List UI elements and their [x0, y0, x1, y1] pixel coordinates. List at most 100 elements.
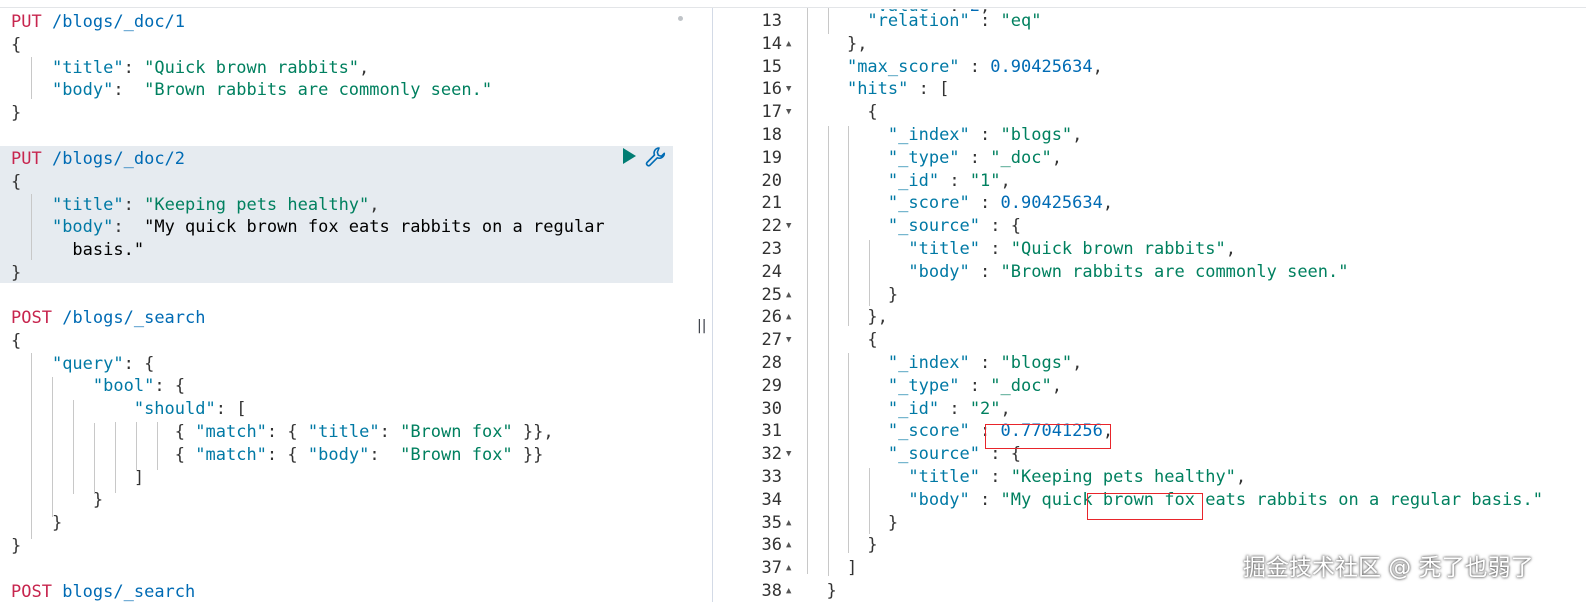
play-icon[interactable] — [620, 147, 638, 165]
request-body-line[interactable]: { — [11, 34, 21, 57]
fold-up-icon[interactable]: ▲ — [786, 306, 798, 329]
line-number: 18 — [761, 125, 782, 145]
line-number: 32 — [761, 444, 782, 465]
request-path: /blogs/_search — [62, 308, 206, 328]
fold-up-icon[interactable]: ▲ — [786, 284, 798, 307]
request-path: /blogs/_doc/1 — [51, 12, 186, 32]
response-code-line: "title" : "Keeping pets healthy", — [908, 467, 1247, 487]
request-body-line[interactable]: { — [11, 171, 21, 194]
request-body-line[interactable]: } — [11, 535, 21, 558]
line-number: 21 — [761, 193, 782, 214]
wrench-icon[interactable] — [644, 146, 668, 168]
indent-guide — [828, 8, 829, 34]
fold-down-icon[interactable]: ▼ — [786, 78, 798, 101]
indent-guide — [31, 194, 32, 260]
line-number: 30 — [761, 398, 782, 419]
request-body-line[interactable]: { "match": { "body": "Brown fox" }} — [11, 444, 544, 467]
request-line[interactable]: POST /blogs/_search — [11, 307, 206, 330]
request-body-line[interactable]: "query": { — [11, 353, 154, 376]
request-line[interactable]: PUT /blogs/_doc/2 — [11, 148, 185, 171]
request-line[interactable]: POST blogs/_search — [11, 581, 195, 602]
request-editor[interactable]: PUT /blogs/_doc/1{ "title": "Quick brown… — [0, 8, 696, 602]
request-body-line[interactable]: { — [11, 330, 21, 353]
request-method: PUT — [11, 149, 42, 169]
partial-line: "value" : 2, — [806, 9, 990, 18]
response-code-line: "_id" : "1", — [887, 170, 1011, 191]
line-number: 36 — [761, 535, 782, 556]
response-code-line: } — [826, 581, 837, 601]
request-path: blogs/_search — [62, 582, 196, 602]
request-body-line[interactable]: { "match": { "title": "Brown fox" }}, — [11, 421, 554, 444]
indent-guide — [94, 423, 95, 494]
line-number: 27 — [761, 330, 782, 351]
line-number: 22 — [761, 216, 782, 237]
fold-down-icon[interactable]: ▼ — [786, 215, 798, 238]
response-code-line: { — [867, 102, 878, 123]
request-body-line[interactable]: } — [11, 102, 21, 125]
indent-guide — [869, 468, 870, 534]
line-number: 25 — [761, 284, 782, 305]
request-method: POST — [11, 582, 52, 602]
request-method: POST — [11, 308, 52, 328]
fold-up-icon[interactable]: ▲ — [786, 534, 798, 557]
fold-up-icon[interactable]: ▲ — [786, 33, 798, 56]
request-body-line[interactable]: "body": "My quick brown fox eats rabbits… — [11, 216, 605, 239]
fold-down-icon[interactable]: ▼ — [786, 443, 798, 466]
pane-divider[interactable] — [712, 8, 713, 602]
line-number: 38 — [761, 581, 782, 601]
request-body-line[interactable]: "bool": { — [11, 375, 185, 398]
indent-guide — [136, 422, 137, 470]
response-code-line: { — [867, 330, 878, 351]
indent-guide — [848, 126, 849, 326]
indent-guide — [848, 353, 849, 553]
line-number: 23 — [761, 239, 782, 259]
line-number: 34 — [761, 489, 782, 510]
response-code-line: "_id" : "2", — [887, 398, 1011, 419]
request-line[interactable]: PUT /blogs/_doc/1 — [11, 11, 185, 34]
request-method: PUT — [11, 12, 42, 32]
response-code-line: "_type" : "_doc", — [887, 375, 1062, 396]
request-body-line[interactable]: "should": [ — [11, 398, 247, 421]
fold-up-icon[interactable]: ▲ — [786, 512, 798, 535]
request-body-line[interactable]: "body": "Brown rabbits are commonly seen… — [11, 79, 492, 102]
indent-guide — [115, 422, 116, 493]
request-body-line[interactable]: "title": "Keeping pets healthy", — [11, 194, 380, 217]
top-border — [0, 0, 1586, 8]
indent-guide — [869, 240, 870, 306]
response-code-line: "body" : "Brown rabbits are commonly see… — [908, 261, 1349, 282]
response-code-line: }, — [867, 307, 888, 328]
indent-guide — [31, 353, 32, 539]
line-number: 35 — [761, 512, 782, 533]
request-body-line[interactable]: "title": "Quick brown rabbits", — [11, 57, 369, 80]
resize-handle[interactable]: || — [697, 318, 706, 334]
fold-down-icon[interactable]: ▼ — [786, 101, 798, 124]
fold-up-icon[interactable]: ▲ — [786, 557, 798, 580]
fold-up-icon[interactable]: ▲ — [786, 580, 798, 602]
line-number: 17 — [761, 102, 782, 123]
response-code-line: "_score" : 0.90425634, — [887, 193, 1114, 214]
indent-guide — [157, 422, 158, 470]
request-body-line[interactable]: } — [11, 512, 62, 535]
line-number: 20 — [761, 170, 782, 191]
response-code-line: }, — [846, 33, 868, 54]
line-number: 19 — [761, 147, 782, 168]
watermark: 掘金技术社区 @ 秃了也弱了 — [1243, 555, 1534, 581]
indent-guide — [807, 8, 808, 574]
line-number: 28 — [761, 353, 782, 373]
response-code-line: } — [867, 535, 878, 556]
indent-guide — [73, 400, 74, 494]
indent-guide — [52, 377, 53, 517]
response-code-line: "_type" : "_doc", — [887, 147, 1062, 168]
fold-down-icon[interactable]: ▼ — [786, 329, 798, 352]
line-number: 37 — [761, 558, 782, 579]
line-number: 15 — [761, 56, 782, 77]
indent-guide — [31, 57, 32, 99]
response-code-line: } — [887, 512, 899, 533]
request-body-line[interactable]: } — [11, 262, 21, 285]
response-code-line: "max_score" : 0.90425634, — [846, 56, 1103, 77]
highlight-box — [985, 424, 1111, 449]
line-number: 31 — [761, 421, 782, 442]
request-body-line[interactable]: } — [11, 489, 103, 512]
line-number: 24 — [761, 261, 782, 282]
line-number: 14 — [761, 33, 782, 54]
